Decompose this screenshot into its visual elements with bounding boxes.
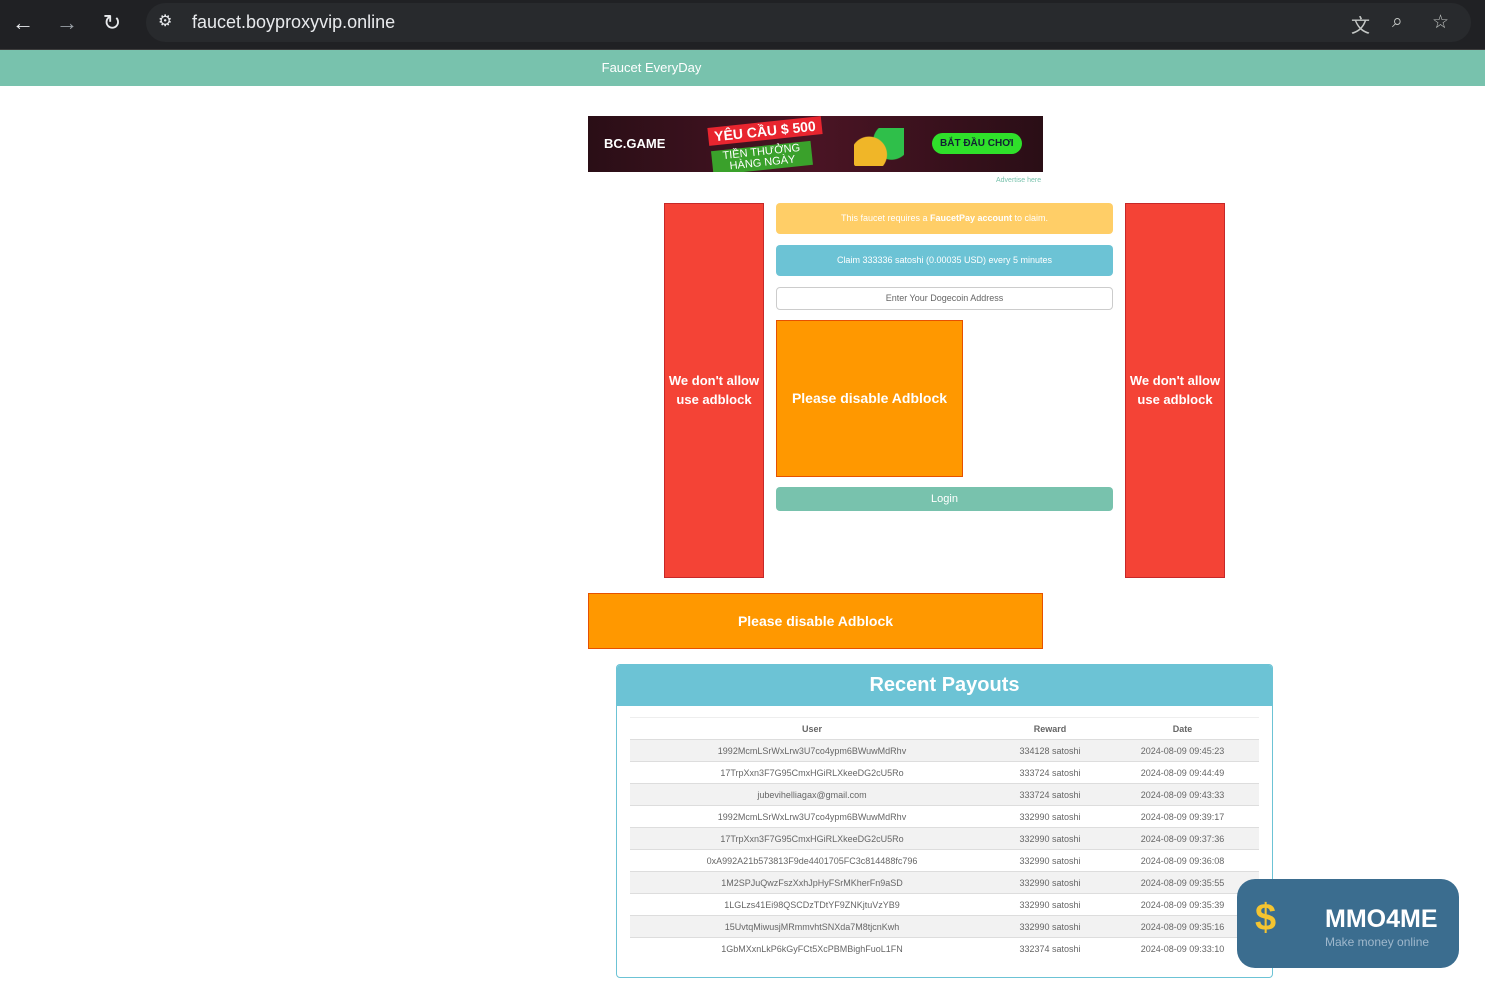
user-cell: 1992McmLSrWxLrw3U7co4ypm6BWuwMdRhv: [630, 739, 994, 762]
user-cell: 15UvtqMiwusjMRmmvhtSNXda7M8tjcnKwh: [630, 915, 994, 938]
back-icon[interactable]: ←: [8, 10, 38, 36]
table-row: 1M2SPJuQwzFszXxhJpHyFSrMKherFn9aSD 332990…: [630, 871, 1259, 894]
reward-cell: 332990 satoshi: [994, 871, 1106, 894]
ad-subline: TIỀN THƯỞNG HÀNG NGÀY: [711, 140, 813, 172]
reward-cell: 333724 satoshi: [994, 761, 1106, 784]
table-row: 1LGLzs41Ei98QSCDzTDtYF9ZNKjtuVzYB9 332990…: [630, 893, 1259, 916]
translate-icon[interactable]: 文: [1351, 11, 1370, 38]
table-row: 15UvtqMiwusjMRmmvhtSNXda7M8tjcnKwh 332990…: [630, 915, 1259, 938]
table-row: 17TrpXxn3F7G95CmxHGiRLXkeeDG2cU5Ro 333724…: [630, 761, 1259, 784]
adblock-box: Please disable Adblock: [776, 320, 963, 477]
reward-cell: 332374 satoshi: [994, 937, 1106, 960]
forward-icon[interactable]: →: [52, 10, 82, 36]
zoom-icon[interactable]: ⌕: [1392, 11, 1403, 33]
browser-toolbar: ← → ↻ ⚙ faucet.boyproxyvip.online 文 ⌕ ☆: [0, 0, 1485, 50]
user-cell: 1M2SPJuQwzFszXxhJpHyFSrMKherFn9aSD: [630, 871, 994, 894]
watermark-tagline: Make money online: [1325, 935, 1430, 949]
adblock-warning-right: We don't allow use adblock: [1125, 203, 1225, 578]
dogecoin-address-input[interactable]: Enter Your Dogecoin Address: [776, 287, 1113, 310]
address-bar[interactable]: ⚙ faucet.boyproxyvip.online 文 ⌕ ☆: [146, 3, 1471, 42]
reward-cell: 332990 satoshi: [994, 849, 1106, 872]
table-row: 0xA992A21b573813F9de4401705FC3c814488fc7…: [630, 849, 1259, 872]
user-cell: 0xA992A21b573813F9de4401705FC3c814488fc7…: [630, 849, 994, 872]
faucetpay-notice: This faucet requires a FaucetPay account…: [776, 203, 1113, 234]
url-text[interactable]: faucet.boyproxyvip.online: [192, 12, 395, 33]
user-cell: 17TrpXxn3F7G95CmxHGiRLXkeeDG2cU5Ro: [630, 827, 994, 850]
payouts-table: User Reward Date 1992McmLSrWxLrw3U7co4yp…: [630, 717, 1259, 960]
site-settings-icon[interactable]: ⚙: [158, 11, 172, 31]
table-row: 1GbMXxnLkP6kGyFCt5XcPBMBighFuoL1FN 332374…: [630, 937, 1259, 960]
date-cell: 2024-08-09 09:43:33: [1106, 783, 1259, 806]
reward-cell: 332990 satoshi: [994, 915, 1106, 938]
bookmark-star-icon[interactable]: ☆: [1432, 11, 1449, 34]
adblock-banner: Please disable Adblock: [588, 593, 1043, 649]
payouts-title: Recent Payouts: [617, 665, 1272, 706]
table-row: 1992McmLSrWxLrw3U7co4ypm6BWuwMdRhv 334128…: [630, 739, 1259, 762]
claim-info: Claim 333336 satoshi (0.00035 USD) every…: [776, 245, 1113, 276]
reward-cell: 332990 satoshi: [994, 893, 1106, 916]
user-cell: 1992McmLSrWxLrw3U7co4ypm6BWuwMdRhv: [630, 805, 994, 828]
col-date: Date: [1106, 717, 1259, 740]
user-cell: 17TrpXxn3F7G95CmxHGiRLXkeeDG2cU5Ro: [630, 761, 994, 784]
user-cell: jubevihelliagax@gmail.com: [630, 783, 994, 806]
table-row: 1992McmLSrWxLrw3U7co4ypm6BWuwMdRhv 332990…: [630, 805, 1259, 828]
dollar-icon: $: [1255, 897, 1277, 939]
site-navbar: Faucet EveryDay: [0, 50, 1485, 86]
col-reward: Reward: [994, 717, 1106, 740]
date-cell: 2024-08-09 09:45:23: [1106, 739, 1259, 762]
reload-icon[interactable]: ↻: [97, 10, 127, 36]
banner-ad[interactable]: BC.GAME YÊU CẦU $ 500 TIỀN THƯỞNG HÀNG N…: [588, 116, 1043, 172]
reward-cell: 332990 satoshi: [994, 827, 1106, 850]
reward-cell: 332990 satoshi: [994, 805, 1106, 828]
col-user: User: [630, 717, 994, 740]
coins-icon: [854, 128, 904, 166]
table-row: jubevihelliagax@gmail.com 333724 satoshi 2…: [630, 783, 1259, 806]
table-row: 17TrpXxn3F7G95CmxHGiRLXkeeDG2cU5Ro 332990…: [630, 827, 1259, 850]
ad-brand: BC.GAME: [604, 136, 666, 151]
adblock-warning-left: We don't allow use adblock: [664, 203, 764, 578]
watermark-name: MMO4ME: [1325, 905, 1438, 933]
recent-payouts-card: Recent Payouts User Reward Date 1992McmL…: [616, 664, 1273, 978]
site-title[interactable]: Faucet EveryDay: [602, 60, 702, 75]
date-cell: 2024-08-09 09:39:17: [1106, 805, 1259, 828]
user-cell: 1GbMXxnLkP6kGyFCt5XcPBMBighFuoL1FN: [630, 937, 994, 960]
date-cell: 2024-08-09 09:35:55: [1106, 871, 1259, 894]
advertise-link[interactable]: Advertise here: [996, 177, 1041, 184]
date-cell: 2024-08-09 09:44:49: [1106, 761, 1259, 784]
date-cell: 2024-08-09 09:37:36: [1106, 827, 1259, 850]
user-cell: 1LGLzs41Ei98QSCDzTDtYF9ZNKjtuVzYB9: [630, 893, 994, 916]
login-button[interactable]: Login: [776, 487, 1113, 511]
reward-cell: 333724 satoshi: [994, 783, 1106, 806]
mmo4me-watermark: $ MMO4ME Make money online: [1237, 879, 1459, 968]
reward-cell: 334128 satoshi: [994, 739, 1106, 762]
ad-cta-button[interactable]: BẮT ĐẦU CHƠI: [932, 133, 1022, 154]
date-cell: 2024-08-09 09:36:08: [1106, 849, 1259, 872]
